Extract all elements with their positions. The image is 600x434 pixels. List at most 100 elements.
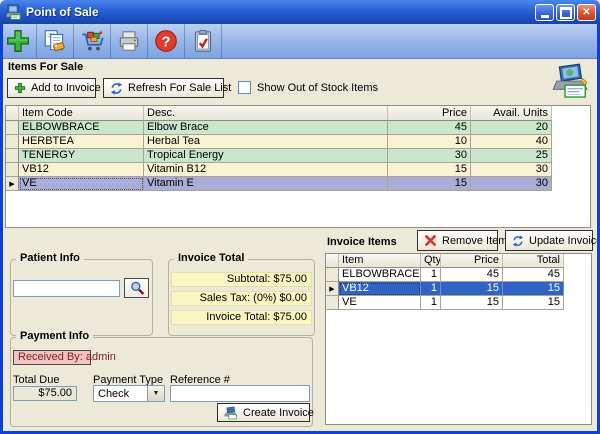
svg-text:?: ? xyxy=(161,33,170,50)
col-desc[interactable]: Desc. xyxy=(144,106,388,121)
row-selector xyxy=(6,135,19,149)
cell-item-code: VE xyxy=(19,177,144,191)
maximize-button[interactable] xyxy=(556,4,575,21)
table-row[interactable]: VE 1 15 15 xyxy=(326,296,591,310)
create-invoice-button[interactable]: Create Invoice xyxy=(217,403,310,422)
cell-desc: Vitamin E xyxy=(144,177,388,191)
invoice-table-header: Item Qty Price Total xyxy=(326,254,591,268)
toolbar-checklist-button[interactable] xyxy=(185,24,222,58)
toolbar-help-button[interactable]: ? xyxy=(148,24,185,58)
cell-total: 15 xyxy=(503,296,564,310)
cell-desc: Elbow Brace xyxy=(144,121,388,135)
cell-item-code: HERBTEA xyxy=(19,135,144,149)
window-border-left xyxy=(0,24,3,434)
subtotal-bar: Subtotal: $75.00 xyxy=(171,272,312,287)
remove-item-button[interactable]: Remove Item xyxy=(417,230,498,251)
cell-price: 10 xyxy=(388,135,471,149)
search-icon xyxy=(129,280,145,296)
invoices-icon xyxy=(42,28,68,54)
cell-price: 15 xyxy=(388,163,471,177)
cell-qty: 1 xyxy=(421,282,441,296)
table-row[interactable]: VB12 Vitamin B12 15 30 xyxy=(6,163,590,177)
toolbar-print-button[interactable] xyxy=(111,24,148,58)
col-qty[interactable]: Qty xyxy=(421,254,441,268)
invoice-total-title: Invoice Total xyxy=(174,252,248,264)
remove-icon xyxy=(424,234,437,247)
titlebar: Point of Sale ✕ xyxy=(0,0,600,24)
cell-item-code: TENERGY xyxy=(19,149,144,163)
cell-avail-units: 40 xyxy=(471,135,552,149)
toolbar-add-button[interactable] xyxy=(0,24,37,58)
items-table-header: Item Code Desc. Price Avail. Units xyxy=(6,106,590,121)
window-title: Point of Sale xyxy=(26,5,99,19)
current-row-arrow-icon: ▶ xyxy=(329,286,334,293)
table-row[interactable]: ELBOWBRACE Elbow Brace 45 20 xyxy=(6,121,590,135)
cell-item-code: ELBOWBRACE xyxy=(19,121,144,135)
payment-type-select[interactable]: Check ▼ xyxy=(93,385,165,402)
table-row[interactable]: HERBTEA Herbal Tea 10 40 xyxy=(6,135,590,149)
close-icon: ✕ xyxy=(582,8,590,18)
print-icon xyxy=(116,28,142,54)
row-selector-header xyxy=(6,106,19,121)
cell-total: 45 xyxy=(503,268,564,282)
add-icon xyxy=(5,28,31,54)
invoice-items-table: Item Qty Price Total ELBOWBRACE 1 45 45 … xyxy=(325,253,592,425)
items-for-sale-title: Items For Sale xyxy=(8,61,83,73)
col-total[interactable]: Total xyxy=(503,254,564,268)
col-price[interactable]: Price xyxy=(388,106,471,121)
cell-qty: 1 xyxy=(421,296,441,310)
patient-search-input[interactable] xyxy=(13,280,120,297)
refresh-for-sale-button[interactable]: Refresh For Sale List xyxy=(103,78,224,98)
cell-item: ELBOWBRACE xyxy=(339,268,421,282)
table-row-selected[interactable]: ▶ VB12 1 15 15 xyxy=(326,282,591,296)
total-due-field: $75.00 xyxy=(13,386,77,401)
invoice-register-icon xyxy=(224,406,238,420)
col-avail-units[interactable]: Avail. Units xyxy=(471,106,552,121)
cell-avail-units: 20 xyxy=(471,121,552,135)
pos-register-icon xyxy=(552,61,590,101)
close-button[interactable]: ✕ xyxy=(577,4,596,21)
help-icon: ? xyxy=(153,28,179,54)
toolbar: ? xyxy=(0,24,600,59)
add-icon xyxy=(14,82,26,94)
show-out-of-stock-checkbox[interactable] xyxy=(238,81,251,94)
cell-desc: Herbal Tea xyxy=(144,135,388,149)
cell-avail-units: 30 xyxy=(471,163,552,177)
col-item-code[interactable]: Item Code xyxy=(19,106,144,121)
cell-price: 45 xyxy=(441,268,503,282)
toolbar-cart-button[interactable] xyxy=(74,24,111,58)
cell-price: 45 xyxy=(388,121,471,135)
col-item[interactable]: Item xyxy=(339,254,421,268)
cell-avail-units: 25 xyxy=(471,149,552,163)
refresh-icon xyxy=(512,235,524,247)
cell-item-code: VB12 xyxy=(19,163,144,177)
patient-search-button[interactable] xyxy=(124,278,149,298)
col-price[interactable]: Price xyxy=(441,254,503,268)
row-selector xyxy=(326,296,339,310)
chevron-down-icon: ▼ xyxy=(147,386,164,401)
maximize-icon xyxy=(560,7,572,19)
row-selector xyxy=(6,121,19,135)
table-row-selected[interactable]: ▶ VE Vitamin E 15 30 xyxy=(6,177,590,191)
payment-info-title: Payment Info xyxy=(16,330,93,342)
reference-input[interactable] xyxy=(170,385,310,402)
row-selector xyxy=(6,163,19,177)
refresh-for-sale-label: Refresh For Sale List xyxy=(128,82,231,94)
refresh-icon xyxy=(110,82,123,95)
table-row[interactable]: ELBOWBRACE 1 45 45 xyxy=(326,268,591,282)
add-to-invoice-label: Add to Invoice xyxy=(31,82,101,94)
table-row[interactable]: TENERGY Tropical Energy 30 25 xyxy=(6,149,590,163)
toolbar-invoices-button[interactable] xyxy=(37,24,74,58)
cell-desc: Tropical Energy xyxy=(144,149,388,163)
update-invoice-button[interactable]: Update Invoice xyxy=(505,230,593,251)
remove-item-label: Remove Item xyxy=(442,235,507,247)
cell-price: 30 xyxy=(388,149,471,163)
cell-price: 15 xyxy=(441,296,503,310)
total-due-label: Total Due xyxy=(13,374,59,386)
minimize-icon xyxy=(541,15,549,18)
cell-item: VB12 xyxy=(339,282,421,296)
invoice-items-title: Invoice Items xyxy=(327,236,397,248)
minimize-button[interactable] xyxy=(535,4,554,21)
add-to-invoice-button[interactable]: Add to Invoice xyxy=(7,78,96,98)
cell-avail-units: 30 xyxy=(471,177,552,191)
